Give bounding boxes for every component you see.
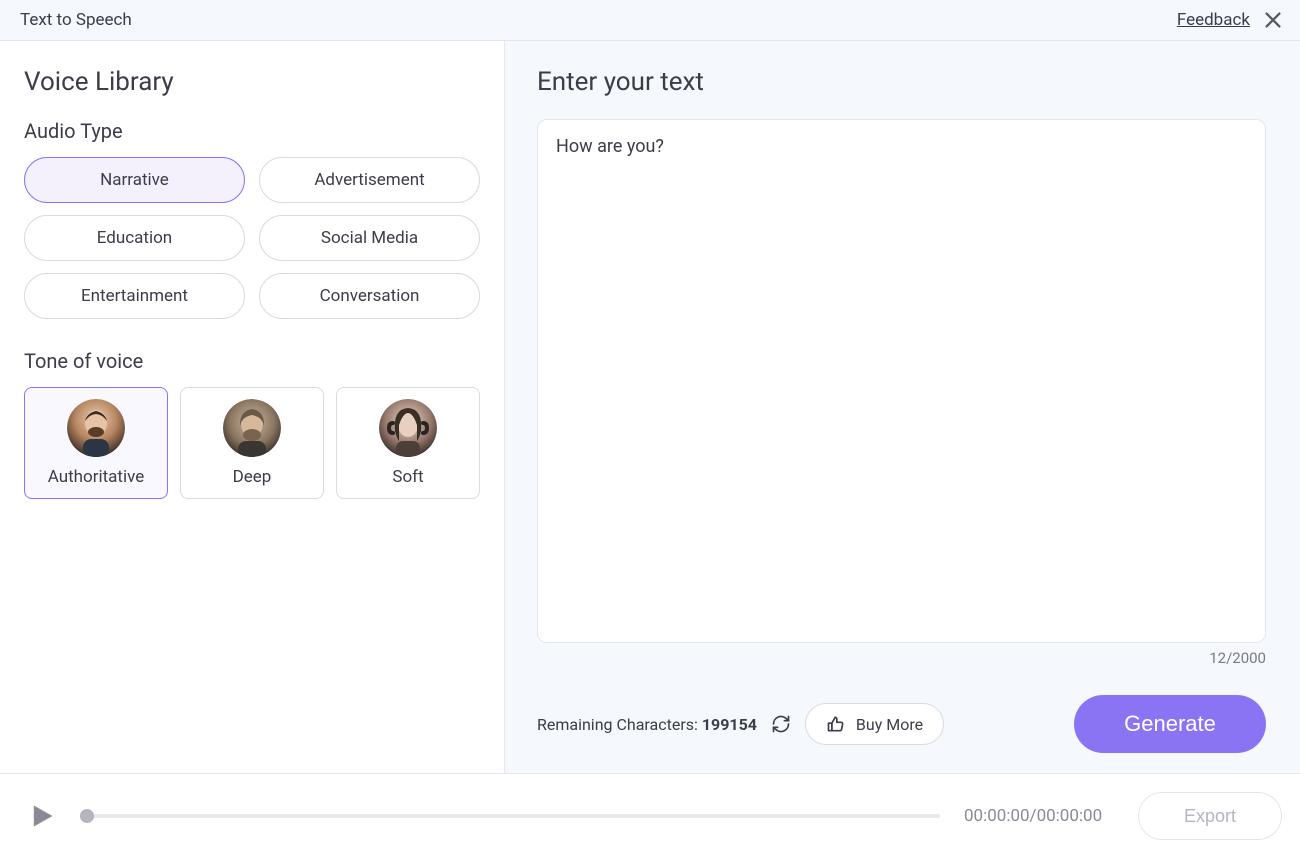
app-title: Text to Speech bbox=[20, 10, 132, 30]
voice-library-panel: Voice Library Audio Type Narrative Adver… bbox=[0, 41, 505, 773]
text-input-wrap bbox=[537, 119, 1266, 643]
audio-type-education[interactable]: Education bbox=[24, 215, 245, 261]
tone-of-voice-label: Tone of voice bbox=[24, 349, 480, 373]
feedback-link[interactable]: Feedback bbox=[1177, 10, 1250, 30]
audio-type-label: Audio Type bbox=[24, 119, 480, 143]
tone-authoritative[interactable]: Authoritative bbox=[24, 387, 168, 499]
remaining-value: 199154 bbox=[702, 715, 757, 734]
seek-thumb[interactable] bbox=[80, 809, 94, 823]
main: Voice Library Audio Type Narrative Adver… bbox=[0, 41, 1300, 773]
tone-label: Authoritative bbox=[48, 467, 145, 487]
header-right: Feedback bbox=[1177, 9, 1284, 31]
close-icon[interactable] bbox=[1262, 9, 1284, 31]
audio-type-advertisement[interactable]: Advertisement bbox=[259, 157, 480, 203]
audio-type-chips: Narrative Advertisement Education Social… bbox=[24, 157, 480, 319]
player-bar: 00:00:00/00:00:00 Export bbox=[0, 773, 1300, 858]
text-entry-panel: Enter your text 12/2000 Remaining Charac… bbox=[505, 41, 1300, 773]
audio-type-conversation[interactable]: Conversation bbox=[259, 273, 480, 319]
play-icon[interactable] bbox=[28, 802, 56, 830]
remaining-characters: Remaining Characters: 199154 bbox=[537, 715, 757, 734]
tone-soft[interactable]: Soft bbox=[336, 387, 480, 499]
seek-track[interactable] bbox=[80, 814, 940, 818]
buy-more-button[interactable]: Buy More bbox=[805, 703, 944, 745]
actions-row: Remaining Characters: 199154 Buy More Ge… bbox=[537, 695, 1266, 753]
avatar-icon bbox=[67, 399, 125, 457]
export-button[interactable]: Export bbox=[1138, 792, 1282, 840]
enter-text-title: Enter your text bbox=[537, 67, 1266, 97]
buy-more-label: Buy More bbox=[856, 715, 923, 734]
header: Text to Speech Feedback bbox=[0, 0, 1300, 41]
voice-library-title: Voice Library bbox=[24, 67, 480, 97]
tone-label: Soft bbox=[392, 467, 423, 487]
generate-button[interactable]: Generate bbox=[1074, 695, 1266, 753]
tone-cards: Authoritative Deep bbox=[24, 387, 480, 499]
tone-label: Deep bbox=[233, 467, 272, 487]
text-input[interactable] bbox=[556, 136, 1247, 626]
actions-left: Remaining Characters: 199154 Buy More bbox=[537, 703, 944, 745]
remaining-label-text: Remaining Characters: bbox=[537, 715, 702, 734]
avatar-icon bbox=[223, 399, 281, 457]
time-display: 00:00:00/00:00:00 bbox=[964, 806, 1114, 826]
thumbs-up-icon bbox=[826, 714, 846, 734]
refresh-icon[interactable] bbox=[771, 714, 791, 734]
audio-type-social-media[interactable]: Social Media bbox=[259, 215, 480, 261]
tone-deep[interactable]: Deep bbox=[180, 387, 324, 499]
audio-type-narrative[interactable]: Narrative bbox=[24, 157, 245, 203]
audio-type-entertainment[interactable]: Entertainment bbox=[24, 273, 245, 319]
avatar-icon bbox=[379, 399, 437, 457]
character-count: 12/2000 bbox=[537, 649, 1266, 667]
